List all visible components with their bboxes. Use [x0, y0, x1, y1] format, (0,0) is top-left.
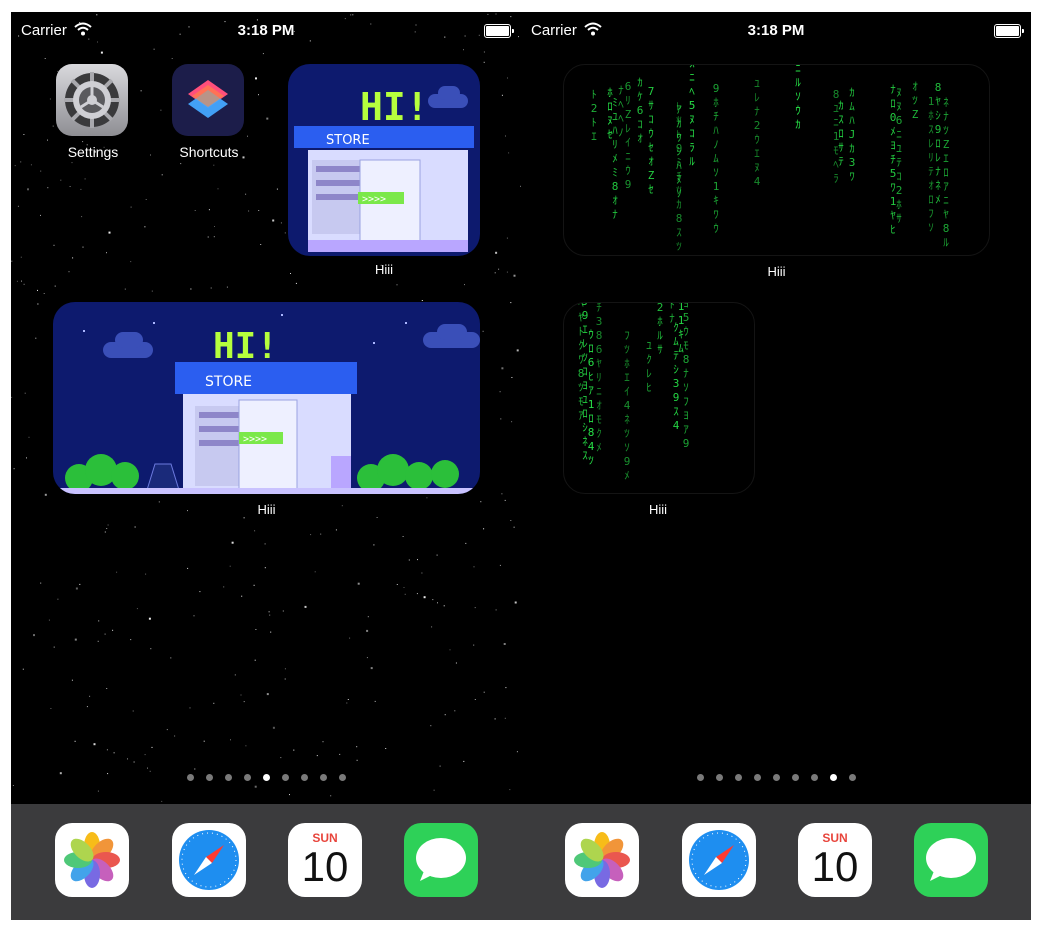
widget-label: Hiii: [648, 502, 668, 517]
app-settings[interactable]: Settings: [56, 64, 130, 160]
page-indicator[interactable]: [11, 774, 521, 781]
dock: SUN 10: [521, 804, 1031, 920]
hi-sign-text: HI!: [360, 85, 429, 129]
matrix-glyph-column: ﾕ ﾚ ﾅ 2 ｳ ｴ ﾇ 4: [753, 77, 761, 188]
store-sign-text: STORE: [326, 133, 370, 148]
page-dot[interactable]: [696, 774, 704, 781]
calendar-date: 10: [811, 843, 859, 890]
status-bar: Carrier 3:18 PM: [11, 12, 521, 48]
matrix-glyph-column: ﾄ 2 ﾄ ｴ: [590, 88, 598, 143]
page-dot[interactable]: [848, 774, 856, 781]
dock-app-photos[interactable]: [55, 823, 129, 897]
widget-label: Hiii: [257, 502, 276, 517]
matrix-glyph-column: ﾇ ﾇ 6 ﾆ ﾕ ﾃ ｺ 2 ﾎ ｻ: [895, 86, 903, 225]
app-shortcuts[interactable]: Shortcuts: [172, 64, 246, 160]
page-dot[interactable]: [319, 774, 327, 781]
page-dot[interactable]: [243, 774, 251, 781]
calendar-date: 10: [301, 843, 349, 890]
dock-app-safari[interactable]: [172, 823, 246, 897]
matrix-glyph-column: ﾌ ﾂ ﾎ ｴ ｲ 4 ﾈ ﾂ ｿ 9 ﾒ: [623, 329, 631, 482]
dock-app-messages[interactable]: [404, 823, 478, 897]
safari-compass-icon: [682, 823, 756, 897]
app-label: Shortcuts: [179, 144, 239, 160]
hi-sign-text: HI!: [213, 326, 278, 367]
store-sign-text: STORE: [205, 374, 252, 390]
dock-app-messages[interactable]: [914, 823, 988, 897]
page-dot[interactable]: [300, 774, 308, 781]
matrix-widget-small[interactable]: J 9 ｴ ﾚ ﾂ ｺ ﾖ ﾕ ﾛ ｼ ﾈ ｽ 3 ﾍ ﾔ ﾄ ｸ ﾜ 8 ﾂ …: [563, 302, 755, 494]
widget-label: Hiii: [767, 264, 786, 279]
page-indicator[interactable]: [521, 774, 1031, 781]
messages-bubble-icon: [914, 823, 988, 897]
dock-app-photos[interactable]: [565, 823, 639, 897]
dock-app-safari[interactable]: [682, 823, 756, 897]
safari-compass-icon: [172, 823, 246, 897]
page-dot[interactable]: [205, 774, 213, 781]
matrix-glyph-column: ｶ ﾑ ﾊ J ｶ 3 ﾜ: [848, 86, 856, 183]
page-dot[interactable]: [715, 774, 723, 781]
matrix-glyph-column: 7 ｻ ｺ ｳ ｾ ｵ Z ｾ: [647, 85, 655, 196]
page-dot[interactable]: [338, 774, 346, 781]
matrix-glyph-column: ｽ ﾆ ﾍ 5 ﾇ ｺ ﾗ ﾙ: [688, 65, 696, 168]
photos-icon: [55, 823, 129, 897]
matrix-glyph-column: ﾆ ﾙ ｿ ｳ ｶ: [795, 64, 801, 131]
page-dot[interactable]: [262, 774, 270, 781]
clock: 3:18 PM: [237, 22, 295, 39]
pixel-store-illustration: HI! STORE >>>>: [53, 302, 480, 494]
page-dot[interactable]: [281, 774, 289, 781]
matrix-glyph-column: 8 ﾔ ｼ 9 ﾛ ﾚ ﾅ ﾈ ﾒ: [934, 81, 942, 206]
matrix-glyph-column: ﾛ 1 1 ｷ ﾑ: [677, 302, 685, 355]
page-dot[interactable]: [810, 774, 818, 781]
store-widget-medium[interactable]: HI! STORE >>>>: [53, 302, 480, 494]
matrix-glyph-column: 8 ﾕ ﾆ 1 ﾓ ﾍ ﾗ: [832, 88, 840, 185]
matrix-glyph-column: ｱ ｶ ｳ ｼ ﾊ ﾇ ｿ: [676, 103, 682, 200]
home-screen-left: Carrier 3:18 PM Settings Shortcuts HI! S…: [11, 12, 521, 920]
svg-text:>>>>: >>>>: [243, 434, 267, 445]
svg-text:>>>>: >>>>: [362, 194, 386, 205]
matrix-glyph-column: 9 ﾎ ﾁ ﾊ ﾉ ﾑ ｿ 1 ｷ ﾜ ｳ: [712, 82, 720, 235]
page-dot[interactable]: [186, 774, 194, 781]
battery-icon: [484, 24, 514, 38]
matrix-glyph-column: 2 ﾎ ﾙ ｻ: [656, 302, 664, 356]
settings-gear-icon: [56, 64, 128, 136]
page-dot[interactable]: [791, 774, 799, 781]
pixel-store-illustration: HI! STORE >>>>: [288, 64, 480, 256]
page-dot[interactable]: [829, 774, 837, 781]
messages-bubble-icon: [404, 823, 478, 897]
battery-icon: [994, 24, 1024, 38]
page-dot[interactable]: [753, 774, 761, 781]
page-dot[interactable]: [772, 774, 780, 781]
photos-icon: [565, 823, 639, 897]
page-dot[interactable]: [224, 774, 232, 781]
dock-app-calendar[interactable]: SUN 10: [288, 823, 362, 897]
dock: SUN 10: [11, 804, 521, 920]
page-dot[interactable]: [734, 774, 742, 781]
store-widget-small[interactable]: HI! STORE >>>>: [288, 64, 480, 256]
matrix-glyph-column: ﾅ ﾍ ﾍ ﾉ: [618, 84, 624, 139]
matrix-glyph-column: ｵ ﾂ Z: [911, 80, 919, 121]
app-label: Settings: [67, 144, 119, 160]
matrix-widget-medium[interactable]: ｶ ｽ ﾛ ｻ ﾃ 9 ﾎ ﾁ ﾊ ﾉ ﾑ ｿ 1 ｷ ﾜ ｳ ﾕ ﾚ ﾅ 2 …: [563, 64, 990, 256]
home-screen-right: Carrier 3:18 PM ｶ ｽ ﾛ ｻ ﾃ 9 ﾎ ﾁ ﾊ ﾉ ﾑ ｿ …: [521, 12, 1031, 920]
matrix-glyph-column: ｳ ﾛ 6 ﾋ ｱ 1 ﾛ 8 4 ﾂ: [587, 328, 595, 467]
clock: 3:18 PM: [747, 22, 805, 39]
status-bar: Carrier 3:18 PM: [521, 12, 1031, 48]
dock-app-calendar[interactable]: SUN 10: [798, 823, 872, 897]
widget-label: Hiii: [374, 262, 394, 277]
shortcuts-icon: [172, 64, 244, 136]
